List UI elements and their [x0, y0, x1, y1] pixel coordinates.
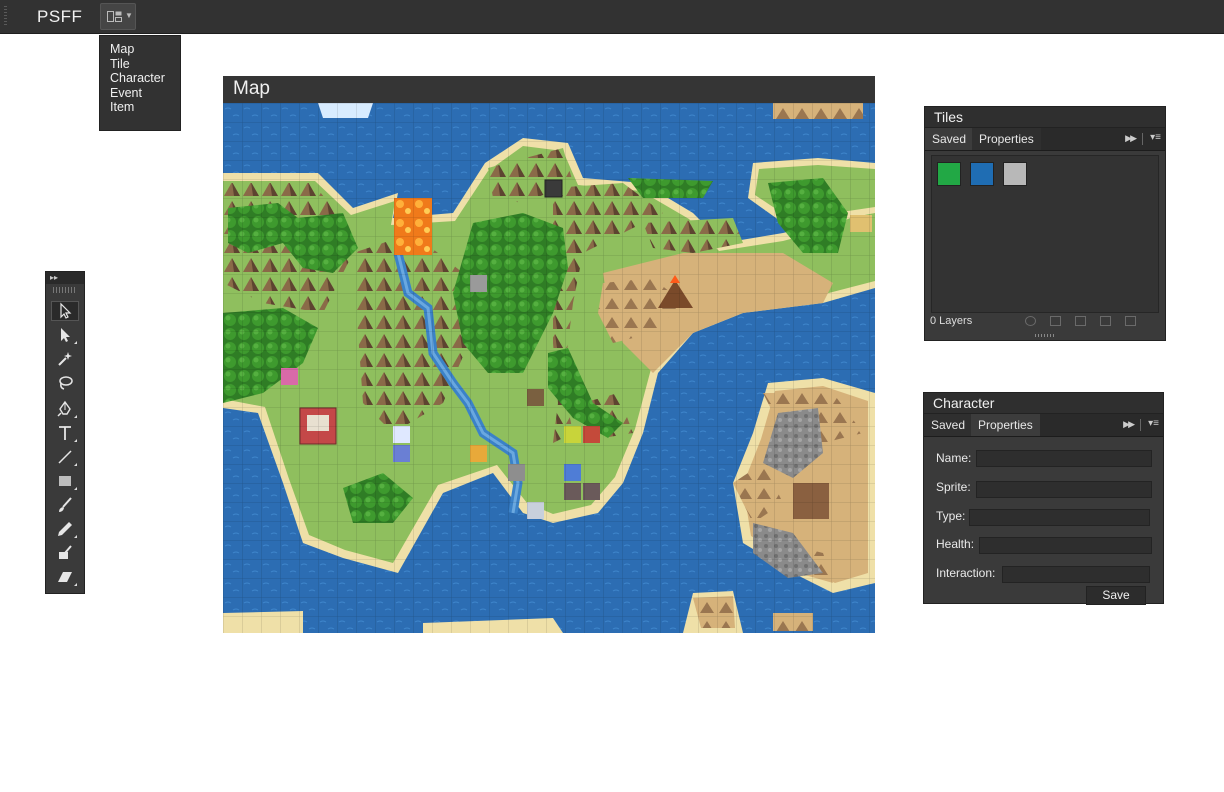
- sprite-field[interactable]: [976, 481, 1152, 498]
- expand-panel-icon[interactable]: ▶▶: [1125, 133, 1137, 144]
- panel-resize-grip[interactable]: [1035, 334, 1055, 337]
- name-field[interactable]: [976, 450, 1152, 467]
- menu-item-character[interactable]: Character: [110, 71, 180, 86]
- panel-menu-icon[interactable]: ▾≡: [1148, 418, 1159, 429]
- health-label: Health:: [936, 537, 975, 551]
- tools-panel: ▸▸: [45, 271, 85, 594]
- lasso-icon: [59, 376, 73, 390]
- name-label: Name:: [936, 451, 972, 465]
- rectangle-icon: [59, 476, 71, 486]
- tiles-tabbar: Saved Properties ▶▶ ▾≡: [925, 128, 1165, 151]
- direct-select-icon: [61, 328, 70, 342]
- menu-item-map[interactable]: Map: [110, 42, 180, 57]
- sprite-label: Sprite:: [936, 480, 971, 494]
- health-field[interactable]: [979, 537, 1152, 554]
- duplicate-icon[interactable]: [1100, 316, 1111, 326]
- tiles-footer-icons: [1025, 316, 1155, 328]
- pen-tool[interactable]: [51, 399, 79, 419]
- tab-separator: [1140, 419, 1141, 431]
- pen-icon: [57, 400, 71, 417]
- panel-grip[interactable]: [53, 287, 77, 293]
- app-title: PSFF: [37, 7, 83, 26]
- chevron-down-icon: ▼: [125, 11, 133, 20]
- menu-item-item[interactable]: Item: [110, 100, 180, 115]
- line-icon: [58, 450, 72, 464]
- tiles-panel: Tiles Saved Properties ▶▶ ▾≡ 0 Layers: [924, 106, 1166, 341]
- direct-select-tool[interactable]: [51, 325, 79, 345]
- panel-menu-icon[interactable]: ▾≡: [1150, 132, 1161, 143]
- interaction-label: Interaction:: [936, 566, 996, 580]
- app-toolbar: PSFF ▼: [0, 0, 1224, 34]
- tab-properties[interactable]: Properties: [972, 128, 1041, 150]
- pencil-icon: [58, 522, 72, 536]
- save-button[interactable]: Save: [1086, 586, 1146, 605]
- brush-icon: [59, 497, 72, 512]
- eraser-icon: [58, 572, 72, 582]
- layer-count: 0 Layers: [930, 315, 973, 327]
- line-tool[interactable]: [51, 447, 79, 467]
- brush-tool[interactable]: [51, 495, 79, 515]
- character-tabbar: Saved Properties ▶▶ ▾≡: [924, 414, 1163, 437]
- search-icon[interactable]: [1025, 316, 1036, 326]
- pencil-tool[interactable]: [51, 519, 79, 539]
- workspace-dropdown: Map Tile Character Event Item: [99, 35, 181, 131]
- lasso-tool[interactable]: [51, 373, 79, 393]
- workspace-grid-icon: [107, 11, 122, 22]
- tile-swatch-green[interactable]: [937, 162, 961, 186]
- map-panel: Map: [223, 76, 875, 633]
- tab-saved[interactable]: Saved: [924, 414, 973, 436]
- rectangle-tool[interactable]: [51, 471, 79, 491]
- tab-properties[interactable]: Properties: [971, 414, 1040, 436]
- map-canvas[interactable]: [223, 103, 875, 633]
- menu-item-event[interactable]: Event: [110, 86, 180, 101]
- menu-item-tile[interactable]: Tile: [110, 57, 180, 72]
- blob-brush-icon: [59, 545, 72, 559]
- expand-panel-icon[interactable]: ▶▶: [1123, 419, 1135, 430]
- toolbar-grip[interactable]: [4, 6, 7, 26]
- saved-tiles-area: [931, 155, 1159, 313]
- eraser-tool[interactable]: [51, 567, 79, 587]
- tile-swatch-gray[interactable]: [1003, 162, 1027, 186]
- map-panel-title: Map: [223, 76, 875, 103]
- type-icon: [59, 426, 71, 440]
- type-tool[interactable]: [51, 423, 79, 443]
- interaction-field[interactable]: [1002, 566, 1150, 583]
- trash-icon[interactable]: [1125, 316, 1136, 326]
- magic-wand-icon: [58, 352, 72, 366]
- blob-brush-tool[interactable]: [51, 543, 79, 563]
- tiles-panel-title: Tiles: [925, 107, 1165, 128]
- selection-tool[interactable]: [51, 301, 79, 321]
- workspace-switcher-button[interactable]: ▼: [100, 3, 136, 30]
- tab-separator: [1142, 133, 1143, 145]
- character-panel-title: Character: [924, 393, 1163, 414]
- merge-icon[interactable]: [1075, 316, 1086, 326]
- character-panel: Character Saved Properties ▶▶ ▾≡ Name: S…: [923, 392, 1164, 605]
- expand-panel-icon[interactable]: ▸▸: [46, 272, 84, 284]
- type-label: Type:: [936, 509, 966, 523]
- tile-swatch-blue[interactable]: [970, 162, 994, 186]
- new-layer-icon[interactable]: [1050, 316, 1061, 326]
- type-field[interactable]: [969, 509, 1150, 526]
- tab-saved[interactable]: Saved: [925, 128, 974, 150]
- magic-wand-tool[interactable]: [51, 349, 79, 369]
- selection-arrow-icon: [60, 302, 72, 319]
